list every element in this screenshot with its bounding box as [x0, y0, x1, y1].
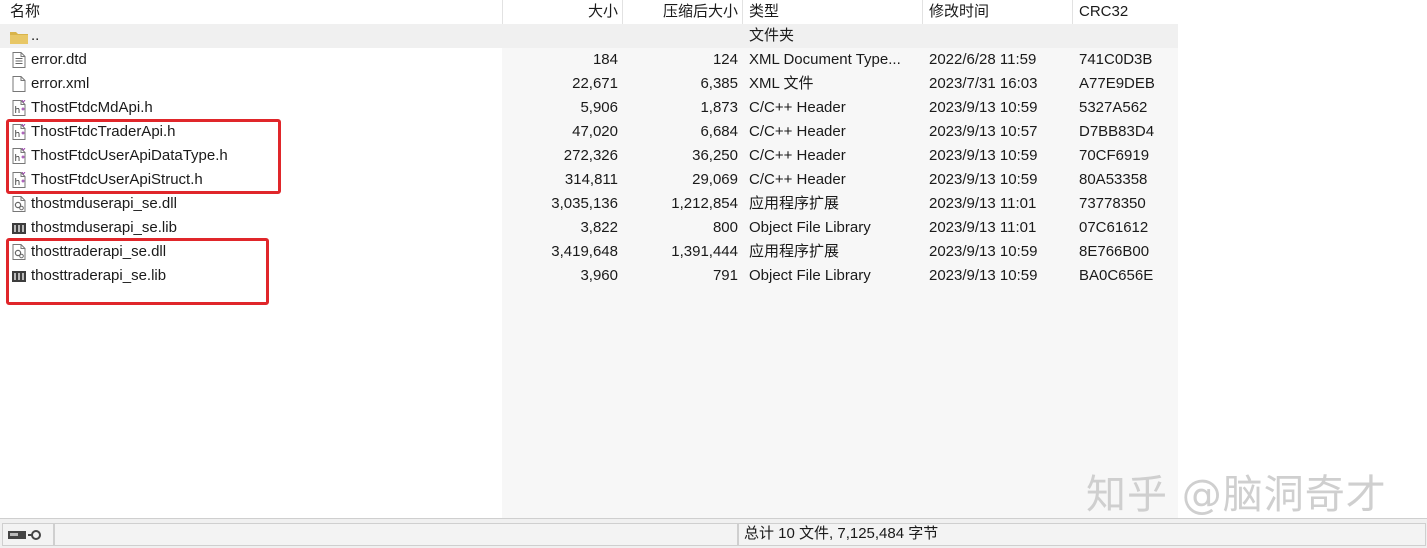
header-modified[interactable]: 修改时间	[929, 0, 989, 24]
file-type: C/C++ Header	[749, 99, 846, 116]
file-name: thostmduserapi_se.dll	[31, 195, 177, 212]
watermark: 知乎 @脑洞奇才	[1086, 472, 1387, 518]
file-modified: 2023/7/31 16:03	[929, 75, 1038, 92]
file-crc: 73778350	[1079, 195, 1146, 212]
file-modified: 2023/9/13 10:59	[929, 267, 1038, 284]
header-file-icon: h	[12, 100, 26, 116]
column-header: 名称 ⌃ 大小 压缩后大小 类型 修改时间 CRC32	[0, 0, 1178, 24]
file-crc: D7BB83D4	[1079, 123, 1155, 140]
file-type: Object File Library	[749, 219, 871, 236]
header-packed[interactable]: 压缩后大小	[622, 0, 738, 24]
file-packed-size: 6,684	[700, 123, 738, 140]
file-crc: 80A53358	[1079, 171, 1148, 188]
file-name: ThostFtdcMdApi.h	[31, 99, 153, 116]
file-type: 应用程序扩展	[749, 243, 840, 260]
file-type: XML 文件	[749, 75, 814, 92]
file-packed-size: 1,212,854	[671, 195, 738, 212]
dll-file-icon	[12, 196, 26, 212]
file-crc: 741C0D3B	[1079, 51, 1153, 68]
file-row[interactable]: h ThostFtdcMdApi.h 5,906 1,873 C/C++ Header 2…	[0, 96, 1178, 120]
file-packed-size: 800	[712, 219, 738, 236]
file-packed-size: 29,069	[692, 171, 738, 188]
file-crc: A77E9DEB	[1079, 75, 1155, 92]
file-size: 47,020	[572, 123, 618, 140]
file-packed-size: 1,391,444	[671, 243, 738, 260]
file-packed-size: 124	[712, 51, 738, 68]
sort-indicator-icon: ⌃	[248, 0, 258, 7]
file-size: 3,960	[580, 267, 618, 284]
file-packed-size: 36,250	[692, 147, 738, 164]
file-modified: 2023/9/13 10:57	[929, 123, 1038, 140]
highlight-box-header-files	[6, 119, 281, 194]
file-size: 5,906	[580, 99, 618, 116]
file-modified: 2023/9/13 10:59	[929, 171, 1038, 188]
header-type[interactable]: 类型	[749, 0, 779, 24]
status-drive-segment	[2, 523, 54, 546]
file-list[interactable]: 名称 ⌃ 大小 压缩后大小 类型 修改时间 CRC32 .. 文件夹 error…	[0, 0, 1427, 518]
file-size: 3,035,136	[551, 195, 618, 212]
file-row[interactable]: error.dtd 184 124 XML Document Type... 2022/…	[0, 48, 1178, 72]
header-size[interactable]: 大小	[502, 0, 618, 24]
file-size: 22,671	[572, 75, 618, 92]
file-packed-size: 791	[712, 267, 738, 284]
file-size: 184	[592, 51, 618, 68]
file-row[interactable]: error.xml 22,671 6,385 XML 文件 2023/7/31 16:0…	[0, 72, 1178, 96]
file-type: XML Document Type...	[749, 51, 901, 68]
file-size: 3,822	[580, 219, 618, 236]
file-crc: BA0C656E	[1079, 267, 1154, 284]
file-crc: 70CF6919	[1079, 147, 1150, 164]
drive-key-icon	[8, 530, 41, 540]
file-modified: 2023/9/13 10:59	[929, 243, 1038, 260]
status-bar: 总计 10 文件, 7,125,484 字节	[0, 518, 1427, 548]
dtd-file-icon	[12, 52, 26, 68]
header-divider[interactable]	[1072, 0, 1073, 24]
file-packed-size: 6,385	[700, 75, 738, 92]
file-crc: 8E766B00	[1079, 243, 1150, 260]
header-divider[interactable]	[922, 0, 923, 24]
file-row[interactable]: thostmduserapi_se.dll 3,035,136 1,212,854 应…	[0, 192, 1178, 216]
header-name[interactable]: 名称	[10, 0, 40, 24]
file-modified: 2023/9/13 11:01	[929, 219, 1037, 236]
file-size: 272,326	[563, 147, 618, 164]
file-name: thostmduserapi_se.lib	[31, 219, 177, 236]
file-row[interactable]: thostmduserapi_se.lib 3,822 800 Object File…	[0, 216, 1178, 240]
file-size: 3,419,648	[551, 243, 618, 260]
highlight-box-trader-libs	[6, 238, 269, 305]
parent-folder-type: 文件夹	[749, 27, 795, 44]
file-modified: 2023/9/13 11:01	[929, 195, 1037, 212]
file-modified: 2023/9/13 10:59	[929, 99, 1038, 116]
status-summary: 总计 10 文件, 7,125,484 字节	[744, 525, 939, 542]
file-modified: 2023/9/13 10:59	[929, 147, 1038, 164]
file-packed-size: 1,873	[700, 99, 738, 116]
file-type: Object File Library	[749, 267, 871, 284]
header-divider[interactable]	[742, 0, 743, 24]
file-type: C/C++ Header	[749, 171, 846, 188]
file-crc: 5327A562	[1079, 99, 1148, 116]
lib-file-icon	[12, 223, 26, 234]
folder-icon	[10, 32, 28, 44]
xml-file-icon	[12, 76, 26, 92]
status-empty-segment	[54, 523, 738, 546]
file-type: C/C++ Header	[749, 123, 846, 140]
parent-folder-label: ..	[31, 27, 40, 44]
file-name: error.dtd	[31, 51, 87, 68]
file-type: C/C++ Header	[749, 147, 846, 164]
parent-folder-row[interactable]: .. 文件夹	[0, 24, 1178, 48]
file-size: 314,811	[564, 171, 618, 188]
file-modified: 2022/6/28 11:59	[929, 51, 1037, 68]
file-crc: 07C61612	[1079, 219, 1149, 236]
file-name: error.xml	[31, 75, 90, 92]
header-crc[interactable]: CRC32	[1079, 0, 1128, 24]
file-type: 应用程序扩展	[749, 195, 840, 212]
svg-text:h: h	[15, 106, 21, 116]
